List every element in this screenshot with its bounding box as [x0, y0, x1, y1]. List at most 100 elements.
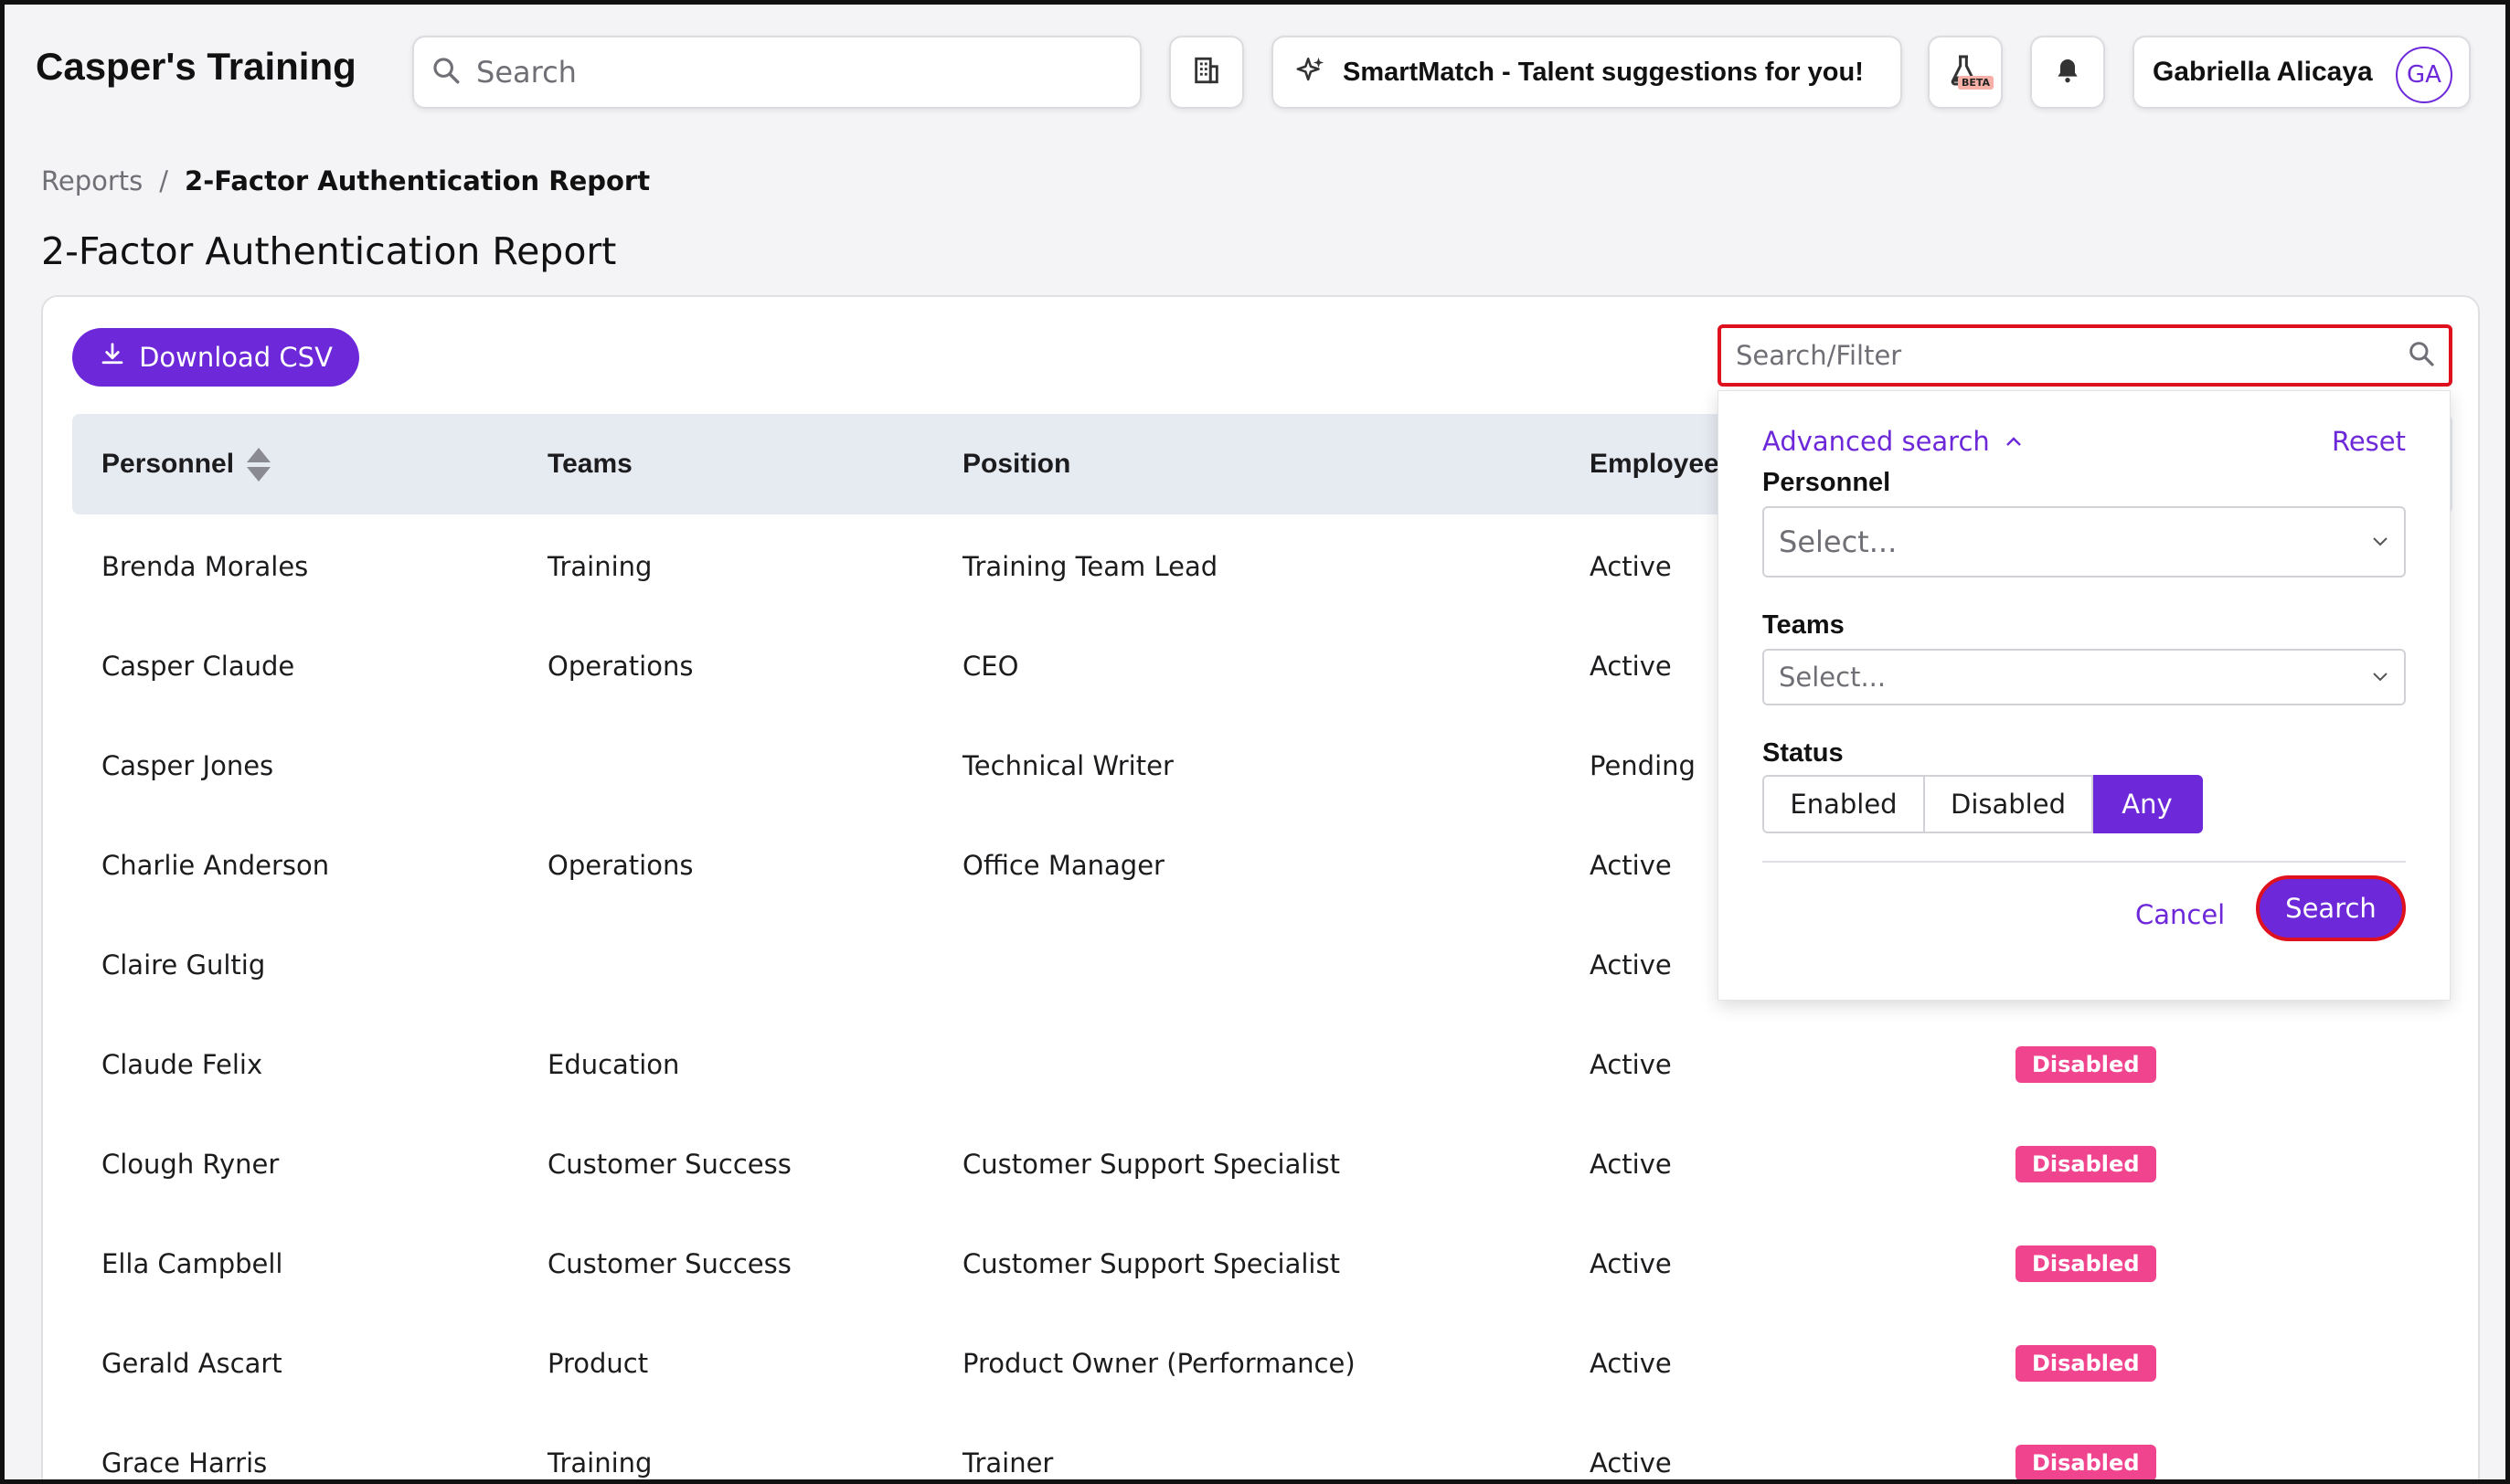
search-button[interactable]: Search [2256, 875, 2406, 941]
status-filter-label: Status [1762, 738, 1844, 768]
cell-team: Training [548, 550, 653, 582]
sort-icon[interactable] [247, 447, 271, 482]
personnel-select-placeholder: Select... [1779, 525, 1898, 559]
cell-2fa-status: Disabled [2015, 1214, 2156, 1313]
cell-status: Pending [1590, 749, 1696, 781]
cell-personnel: Clough Ryner [101, 1148, 280, 1180]
top-bar: Casper's Training Search SmartMatch - Ta… [5, 5, 2505, 132]
status-badge: Disabled [2015, 1344, 2156, 1382]
advanced-search-toggle[interactable]: Advanced search [1762, 426, 2023, 457]
cell-personnel: Gerald Ascart [101, 1347, 282, 1379]
download-icon [99, 341, 126, 375]
cell-position: Office Manager [963, 849, 1165, 881]
teams-select[interactable]: Select... [1762, 649, 2406, 705]
table-row[interactable]: Claude Felix Education Active Disabled [72, 1014, 2452, 1114]
teams-filter-label: Teams [1762, 610, 1845, 640]
table-row[interactable]: Ella Campbell Customer Success Customer … [72, 1214, 2452, 1313]
column-header-position: Position [963, 414, 1070, 514]
cell-status: Active [1590, 1447, 1672, 1479]
cell-personnel: Ella Campbell [101, 1247, 283, 1279]
breadcrumb-current: 2-Factor Authentication Report [185, 165, 651, 196]
global-search-input[interactable]: Search [412, 36, 1142, 109]
search-icon [431, 55, 462, 90]
breadcrumb-reports-link[interactable]: Reports [41, 165, 143, 196]
cell-position: Training Team Lead [963, 550, 1218, 582]
cell-status: Active [1590, 949, 1672, 980]
cell-personnel: Claude Felix [101, 1048, 263, 1080]
avatar: GA [2396, 47, 2452, 103]
building-icon [1191, 55, 1222, 90]
cell-status: Active [1590, 1347, 1672, 1379]
download-csv-button[interactable]: Download CSV [72, 328, 359, 387]
sparkle-icon [1295, 55, 1326, 90]
search-filter-placeholder: Search/Filter [1736, 340, 1902, 371]
chevron-down-icon [2371, 666, 2389, 689]
table-row[interactable]: Clough Ryner Customer Success Customer S… [72, 1114, 2452, 1214]
column-header-employee: Employee [1590, 414, 1719, 514]
page-title: 2-Factor Authentication Report [41, 229, 617, 273]
report-card: Download CSV Search/Filter Personnel Tea… [41, 295, 2480, 1479]
advanced-search-label: Advanced search [1762, 426, 1990, 457]
search-icon [2407, 339, 2436, 372]
cell-2fa-status: Disabled [2015, 1313, 2156, 1413]
app-title: Casper's Training [36, 45, 356, 88]
cell-team: Education [548, 1048, 680, 1080]
bell-icon [2053, 56, 2082, 89]
cell-position: Trainer [963, 1447, 1054, 1479]
cell-team: Customer Success [548, 1247, 792, 1279]
personnel-select[interactable]: Select... [1762, 506, 2406, 578]
search-filter-input[interactable]: Search/Filter [1718, 324, 2452, 387]
cancel-button[interactable]: Cancel [2135, 899, 2225, 930]
cell-2fa-status: Disabled [2015, 1413, 2156, 1479]
app-window: Casper's Training Search SmartMatch - Ta… [0, 0, 2510, 1484]
column-label: Teams [548, 449, 633, 479]
status-option-enabled[interactable]: Enabled [1762, 775, 1925, 833]
user-name: Gabriella Alicaya [2153, 57, 2373, 87]
global-search-placeholder: Search [476, 55, 577, 90]
personnel-filter-label: Personnel [1762, 468, 1891, 497]
chevron-up-icon [2005, 430, 2023, 453]
cell-personnel: Casper Claude [101, 650, 295, 682]
reset-button[interactable]: Reset [2332, 426, 2406, 457]
cell-status: Active [1590, 1148, 1672, 1180]
status-option-any[interactable]: Any [2093, 775, 2203, 833]
teams-select-placeholder: Select... [1779, 662, 1887, 693]
cell-status: Active [1590, 650, 1672, 682]
user-menu-button[interactable]: Gabriella Alicaya GA [2132, 36, 2471, 109]
beta-labs-button[interactable]: BETA [1928, 36, 2003, 109]
notifications-button[interactable] [2030, 36, 2105, 109]
status-badge: Disabled [2015, 1444, 2156, 1479]
status-option-disabled[interactable]: Disabled [1925, 775, 2093, 833]
cell-status: Active [1590, 1048, 1672, 1080]
table-row[interactable]: Grace Harris Training Trainer Active Dis… [72, 1413, 2452, 1479]
cell-status: Active [1590, 550, 1672, 582]
cell-personnel: Casper Jones [101, 749, 274, 781]
cell-position: Customer Support Specialist [963, 1247, 1340, 1279]
cell-2fa-status: Disabled [2015, 1114, 2156, 1214]
flask-beta-icon: BETA [1945, 52, 1994, 92]
status-segmented-control: Enabled Disabled Any [1762, 775, 2203, 833]
cell-personnel: Charlie Anderson [101, 849, 330, 881]
cell-position: Customer Support Specialist [963, 1148, 1340, 1180]
smartmatch-button[interactable]: SmartMatch - Talent suggestions for you! [1271, 36, 1902, 109]
column-label: Position [963, 449, 1071, 479]
cell-position: Product Owner (Performance) [963, 1347, 1356, 1379]
status-badge: Disabled [2015, 1045, 2156, 1083]
column-header-personnel[interactable]: Personnel [101, 414, 271, 514]
table-row[interactable]: Gerald Ascart Product Product Owner (Per… [72, 1313, 2452, 1413]
chevron-down-icon [2371, 531, 2389, 554]
cell-personnel: Grace Harris [101, 1447, 268, 1479]
download-csv-label: Download CSV [139, 342, 333, 373]
status-badge: Disabled [2015, 1245, 2156, 1282]
cell-status: Active [1590, 1247, 1672, 1279]
cell-team: Training [548, 1447, 653, 1479]
breadcrumb: Reports / 2-Factor Authentication Report [41, 165, 650, 196]
column-label: Employee [1590, 449, 1719, 479]
cell-team: Customer Success [548, 1148, 792, 1180]
cell-position: CEO [963, 650, 1019, 682]
column-header-teams: Teams [548, 414, 633, 514]
organization-button[interactable] [1169, 36, 1244, 109]
cell-position: Technical Writer [963, 749, 1174, 781]
breadcrumb-separator: / [159, 165, 169, 196]
advanced-search-panel: Advanced search Reset Personnel Select..… [1718, 390, 2451, 1001]
